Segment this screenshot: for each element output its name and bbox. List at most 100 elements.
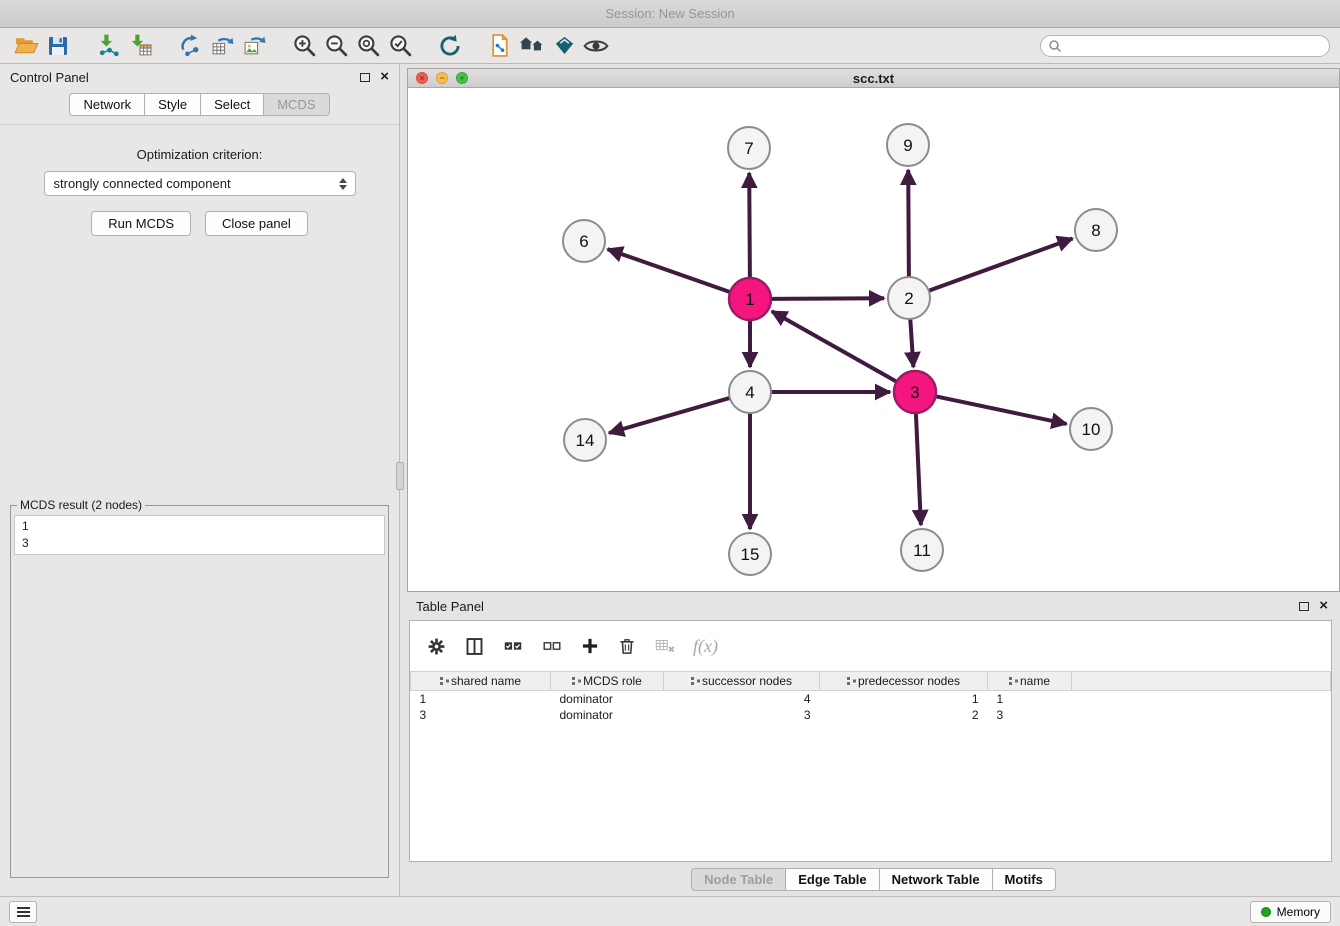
graph-node-6[interactable]: 6 bbox=[563, 220, 605, 262]
show-hide-panel-button[interactable] bbox=[580, 31, 612, 61]
export-image-button[interactable] bbox=[238, 31, 270, 61]
graph-edge-2-9[interactable] bbox=[908, 170, 909, 277]
zoom-out-button[interactable] bbox=[320, 31, 352, 61]
minimize-window-icon[interactable]: − bbox=[436, 72, 448, 84]
zoom-in-button[interactable] bbox=[288, 31, 320, 61]
graph-edge-2-8[interactable] bbox=[929, 239, 1073, 291]
tab-style[interactable]: Style bbox=[145, 93, 201, 116]
export-table-button[interactable] bbox=[206, 31, 238, 61]
tab-network[interactable]: Network bbox=[69, 93, 145, 116]
graph-edge-1-7[interactable] bbox=[749, 173, 750, 278]
svg-text:7: 7 bbox=[744, 139, 753, 158]
graph-node-11[interactable]: 11 bbox=[901, 529, 943, 571]
function-builder-button[interactable]: f(x) bbox=[693, 636, 718, 657]
table-cell[interactable]: 1 bbox=[988, 691, 1072, 707]
table-cell[interactable]: 1 bbox=[820, 691, 988, 707]
graph-node-2[interactable]: 2 bbox=[888, 277, 930, 319]
table-row[interactable]: 3dominator323 bbox=[411, 707, 1331, 723]
graph-edge-4-14[interactable] bbox=[609, 398, 730, 433]
column-header-shared-name[interactable]: shared name bbox=[411, 672, 551, 691]
graph-node-15[interactable]: 15 bbox=[729, 533, 771, 575]
table-cell[interactable]: 3 bbox=[411, 707, 551, 723]
import-network-button[interactable] bbox=[92, 31, 124, 61]
graph-node-4[interactable]: 4 bbox=[729, 371, 771, 413]
table-cell[interactable]: 3 bbox=[988, 707, 1072, 723]
table-cell[interactable]: 1 bbox=[411, 691, 551, 707]
graph-node-3[interactable]: 3 bbox=[894, 371, 936, 413]
graph-node-10[interactable]: 10 bbox=[1070, 408, 1112, 450]
close-panel-icon[interactable]: × bbox=[380, 72, 389, 82]
zoom-selected-button[interactable] bbox=[384, 31, 416, 61]
task-history-button[interactable] bbox=[9, 901, 37, 923]
mcds-result-list[interactable]: 13 bbox=[14, 515, 385, 555]
graph-edge-1-2[interactable] bbox=[771, 298, 884, 299]
maximize-window-icon[interactable]: + bbox=[456, 72, 468, 84]
tab-mcds[interactable]: MCDS bbox=[264, 93, 329, 116]
float-panel-icon[interactable] bbox=[360, 73, 370, 82]
network-document-button[interactable] bbox=[484, 31, 516, 61]
apply-style-button[interactable] bbox=[548, 31, 580, 61]
tab-network-table[interactable]: Network Table bbox=[880, 868, 993, 891]
close-panel-button[interactable]: Close panel bbox=[205, 211, 308, 236]
graph-node-8[interactable]: 8 bbox=[1075, 209, 1117, 251]
column-header-name[interactable]: name bbox=[988, 672, 1072, 691]
new-network-button[interactable] bbox=[174, 31, 206, 61]
tab-motifs[interactable]: Motifs bbox=[993, 868, 1056, 891]
tab-node-table[interactable]: Node Table bbox=[691, 868, 786, 891]
delete-table-button[interactable] bbox=[654, 635, 676, 657]
table-settings-button[interactable] bbox=[426, 636, 447, 657]
deselect-all-rows-button[interactable] bbox=[541, 635, 563, 657]
status-bar: Memory bbox=[0, 896, 1340, 926]
criterion-dropdown[interactable]: strongly connected component bbox=[44, 171, 356, 196]
graph-node-1[interactable]: 1 bbox=[729, 278, 771, 320]
save-session-button[interactable] bbox=[42, 31, 74, 61]
zoom-fit-icon bbox=[356, 33, 381, 58]
table-cell[interactable]: 4 bbox=[664, 691, 820, 707]
column-header-predecessor-nodes[interactable]: predecessor nodes bbox=[820, 672, 988, 691]
column-header-label: MCDS role bbox=[583, 674, 642, 688]
column-header-successor-nodes[interactable]: successor nodes bbox=[664, 672, 820, 691]
tab-select[interactable]: Select bbox=[201, 93, 264, 116]
delete-column-button[interactable] bbox=[617, 636, 637, 656]
table-cell[interactable]: 2 bbox=[820, 707, 988, 723]
import-table-button[interactable] bbox=[124, 31, 156, 61]
svg-text:10: 10 bbox=[1082, 420, 1101, 439]
search-box bbox=[1040, 35, 1330, 57]
column-type-icon bbox=[691, 677, 694, 680]
create-column-button[interactable] bbox=[580, 636, 600, 656]
svg-text:9: 9 bbox=[903, 136, 912, 155]
network-canvas[interactable]: 7 9 6 8 1 2 4 3 14 10 15 11 bbox=[408, 88, 1339, 591]
column-header-filler bbox=[1072, 672, 1331, 691]
graph-node-9[interactable]: 9 bbox=[887, 124, 929, 166]
table-row[interactable]: 1dominator411 bbox=[411, 691, 1331, 707]
table-cell[interactable]: dominator bbox=[551, 707, 664, 723]
run-mcds-button[interactable]: Run MCDS bbox=[91, 211, 191, 236]
graph-edge-2-3[interactable] bbox=[910, 319, 913, 367]
select-all-rows-button[interactable] bbox=[502, 635, 524, 657]
refresh-network-button[interactable] bbox=[434, 31, 466, 61]
column-header-mcds-role[interactable]: MCDS role bbox=[551, 672, 664, 691]
svg-text:8: 8 bbox=[1091, 221, 1100, 240]
graph-edge-3-10[interactable] bbox=[936, 396, 1067, 424]
close-table-panel-icon[interactable]: × bbox=[1319, 601, 1328, 611]
graph-edge-3-1[interactable] bbox=[772, 311, 897, 381]
graph-node-7[interactable]: 7 bbox=[728, 127, 770, 169]
zoom-fit-button[interactable] bbox=[352, 31, 384, 61]
svg-text:2: 2 bbox=[904, 289, 913, 308]
show-columns-button[interactable] bbox=[464, 636, 485, 657]
gear-icon bbox=[426, 636, 447, 657]
open-session-button[interactable] bbox=[10, 31, 42, 61]
close-window-icon[interactable]: × bbox=[416, 72, 428, 84]
memory-button[interactable]: Memory bbox=[1250, 901, 1331, 923]
tab-edge-table[interactable]: Edge Table bbox=[786, 868, 879, 891]
table-cell[interactable]: 3 bbox=[664, 707, 820, 723]
home-button[interactable] bbox=[516, 31, 548, 61]
graph-edge-3-11[interactable] bbox=[916, 413, 921, 525]
graph-edge-1-6[interactable] bbox=[608, 249, 731, 292]
graph-node-14[interactable]: 14 bbox=[564, 419, 606, 461]
panel-splitter[interactable] bbox=[396, 462, 404, 490]
search-input[interactable] bbox=[1040, 35, 1330, 57]
table-cell[interactable]: dominator bbox=[551, 691, 664, 707]
table-panel-tabs: Node TableEdge TableNetwork TableMotifs bbox=[407, 862, 1340, 896]
float-table-panel-icon[interactable] bbox=[1299, 602, 1309, 611]
